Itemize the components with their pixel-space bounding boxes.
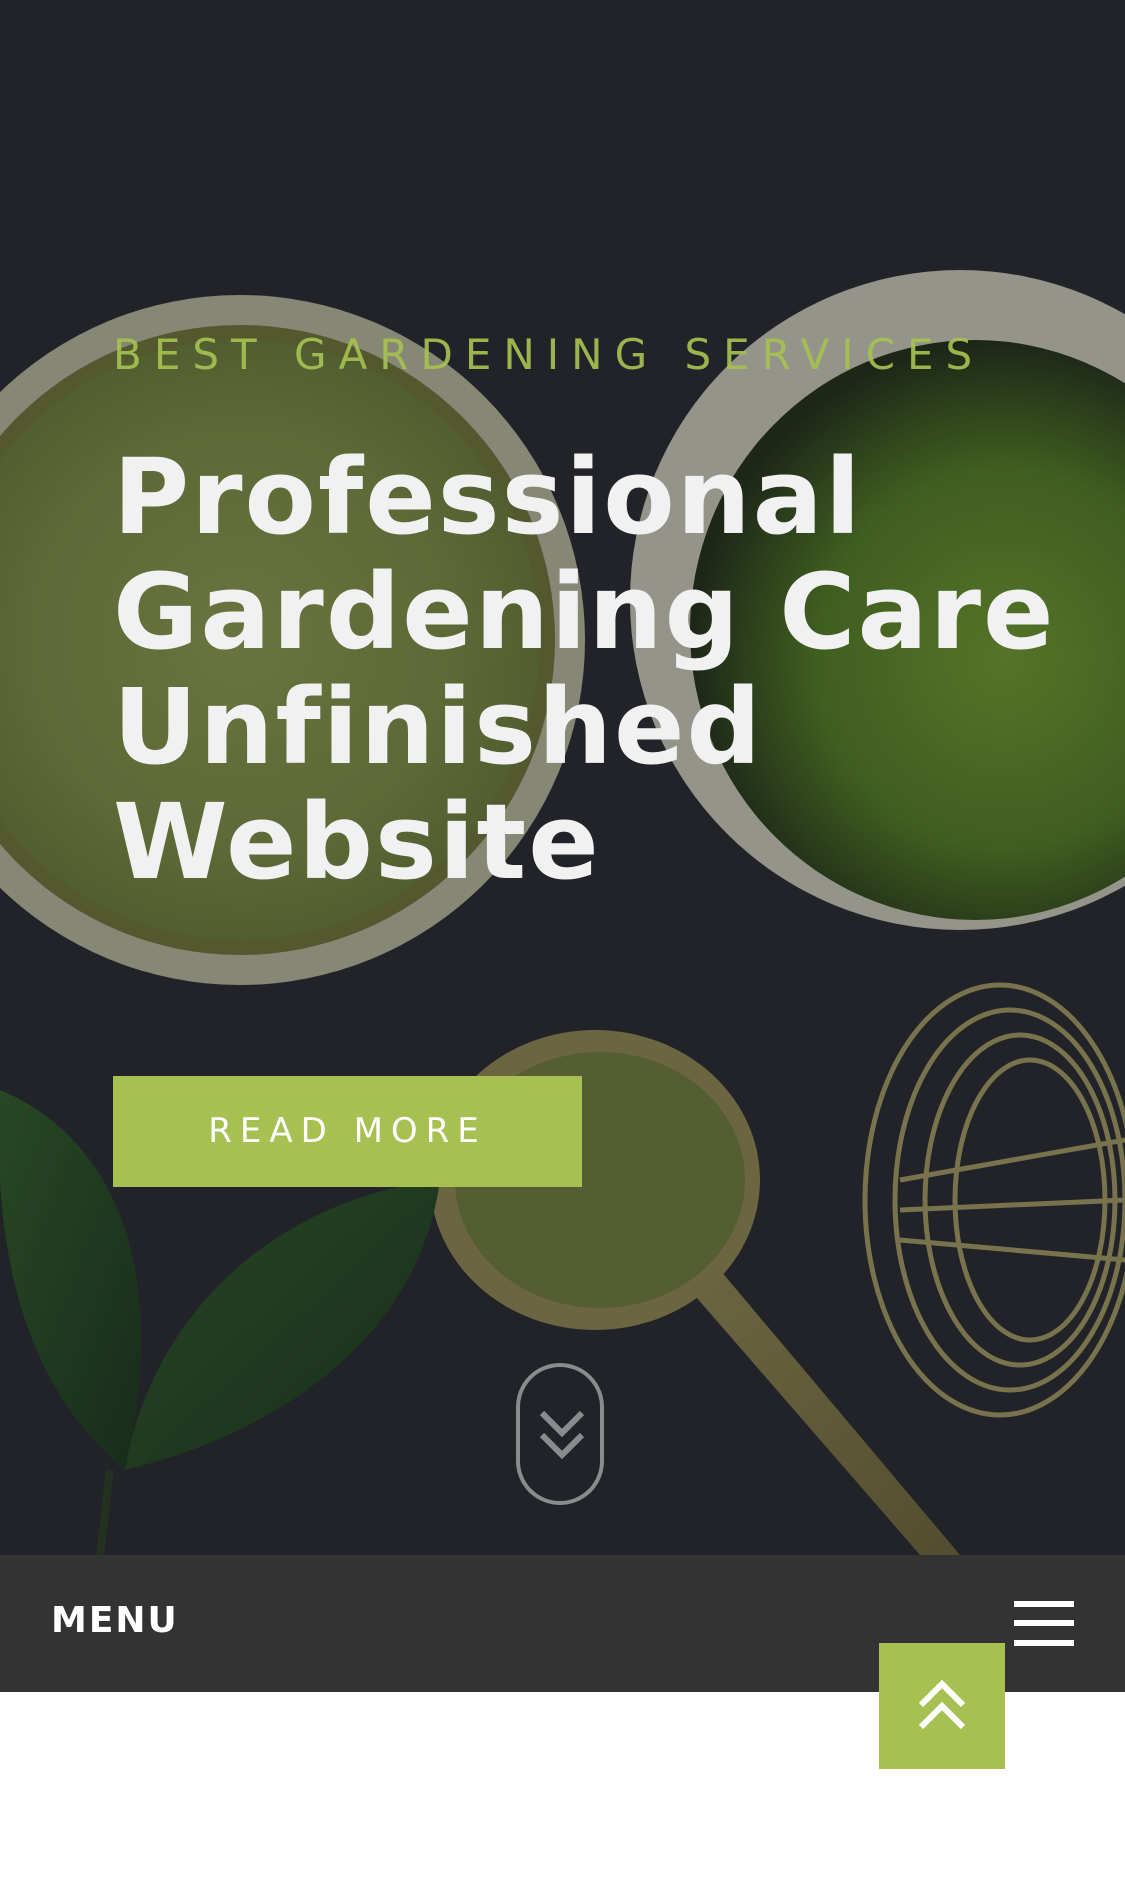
hero-section: BEST GARDENING SERVICES Professional Gar… xyxy=(0,0,1125,1555)
double-chevron-up-icon xyxy=(918,1679,966,1730)
double-chevron-down-icon xyxy=(539,1410,585,1460)
hamburger-icon[interactable] xyxy=(1014,1601,1074,1646)
headline-line: Website xyxy=(113,781,601,903)
hero-headline: Professional Gardening Care Unfinished W… xyxy=(113,440,1113,900)
read-more-button[interactable]: READ MORE xyxy=(113,1076,582,1187)
menu-label[interactable]: MENU xyxy=(51,1600,179,1641)
hero-eyebrow: BEST GARDENING SERVICES xyxy=(113,330,985,379)
headline-line: Unfinished xyxy=(113,666,763,788)
headline-line: Professional xyxy=(113,436,863,558)
back-to-top-button[interactable] xyxy=(879,1643,1005,1769)
headline-line: Gardening Care xyxy=(113,551,1056,673)
scroll-down-button[interactable] xyxy=(516,1363,604,1505)
